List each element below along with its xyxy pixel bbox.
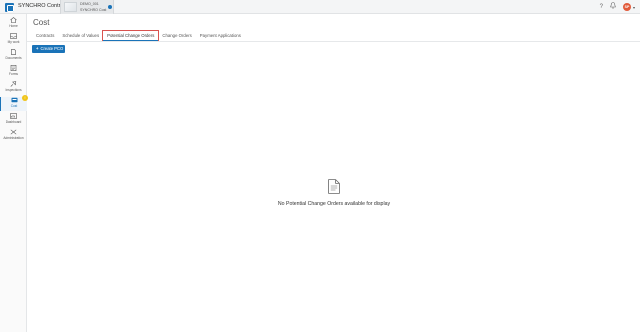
plus-icon: + [36,46,39,51]
top-bar: SYNCHRO Control DEMO_001 SYNCHRO Cost ? … [0,0,640,14]
sidebar-item-administration[interactable]: Administration [0,129,27,143]
project-name: SYNCHRO Cost [80,7,107,12]
sidebar-item-inspections[interactable]: Inspections [0,81,27,95]
project-code: DEMO_001 [80,1,99,6]
user-avatar[interactable]: SP [622,3,631,11]
sidebar-item-cost[interactable]: Cost ! [0,95,28,111]
create-pco-button[interactable]: + Create PCO [32,45,65,53]
tab-contracts[interactable]: Contracts [32,31,58,41]
sidebar-item-label: My work [7,40,20,44]
tabs-divider [27,41,640,42]
home-icon [10,17,17,23]
sidebar-item-documents[interactable]: Documents [0,49,27,63]
cost-icon [11,97,18,103]
empty-state-message: No Potential Change Orders available for… [277,201,391,207]
sidebar-item-label: Cost [10,104,18,108]
cost-tabs: Contracts Schedule of Values Potential C… [32,30,245,42]
sidebar-item-label: Inspections [5,88,22,92]
documents-icon [10,49,17,55]
top-right-controls: ? SP ▾ [600,1,635,13]
forms-icon [10,65,17,72]
create-pco-label: Create PCO [40,46,64,51]
sidebar-item-home[interactable]: Home [0,17,27,31]
empty-document-icon [328,179,340,194]
chevron-down-icon[interactable]: ▾ [633,5,635,10]
synchro-logo-icon [5,2,14,12]
sidebar-item-label: Forms [8,72,19,76]
tab-payment-applications[interactable]: Payment Applications [196,31,245,41]
help-icon[interactable]: ? [600,2,603,12]
dashboard-icon [10,113,17,119]
page-title: Cost [33,18,50,27]
sidebar-item-label: Documents [5,56,22,60]
sidebar-item-label: Home [9,24,18,28]
inspections-icon [10,81,17,87]
tab-schedule-of-values[interactable]: Schedule of Values [58,31,103,41]
project-selector[interactable]: DEMO_001 SYNCHRO Cost [60,0,114,14]
admin-icon [10,129,17,135]
notification-badge: ! [22,95,28,101]
project-status-dot-icon [108,5,112,9]
app-title: SYNCHRO Control [18,3,65,9]
tab-change-orders[interactable]: Change Orders [158,31,195,41]
sidebar-item-my-work[interactable]: My work [0,33,27,47]
bell-icon[interactable] [610,1,616,13]
project-thumbnail [64,2,77,12]
inbox-icon [10,33,17,39]
sidebar-item-label: Administration [3,136,24,140]
tab-potential-change-orders[interactable]: Potential Change Orders [102,30,160,42]
sidebar-item-dashboard[interactable]: Dashboard [0,113,27,127]
sidebar-item-forms[interactable]: Forms [0,65,27,79]
sidebar-item-label: Dashboard [5,120,22,124]
sidebar: Home My work Documents Forms Inspections… [0,14,28,332]
